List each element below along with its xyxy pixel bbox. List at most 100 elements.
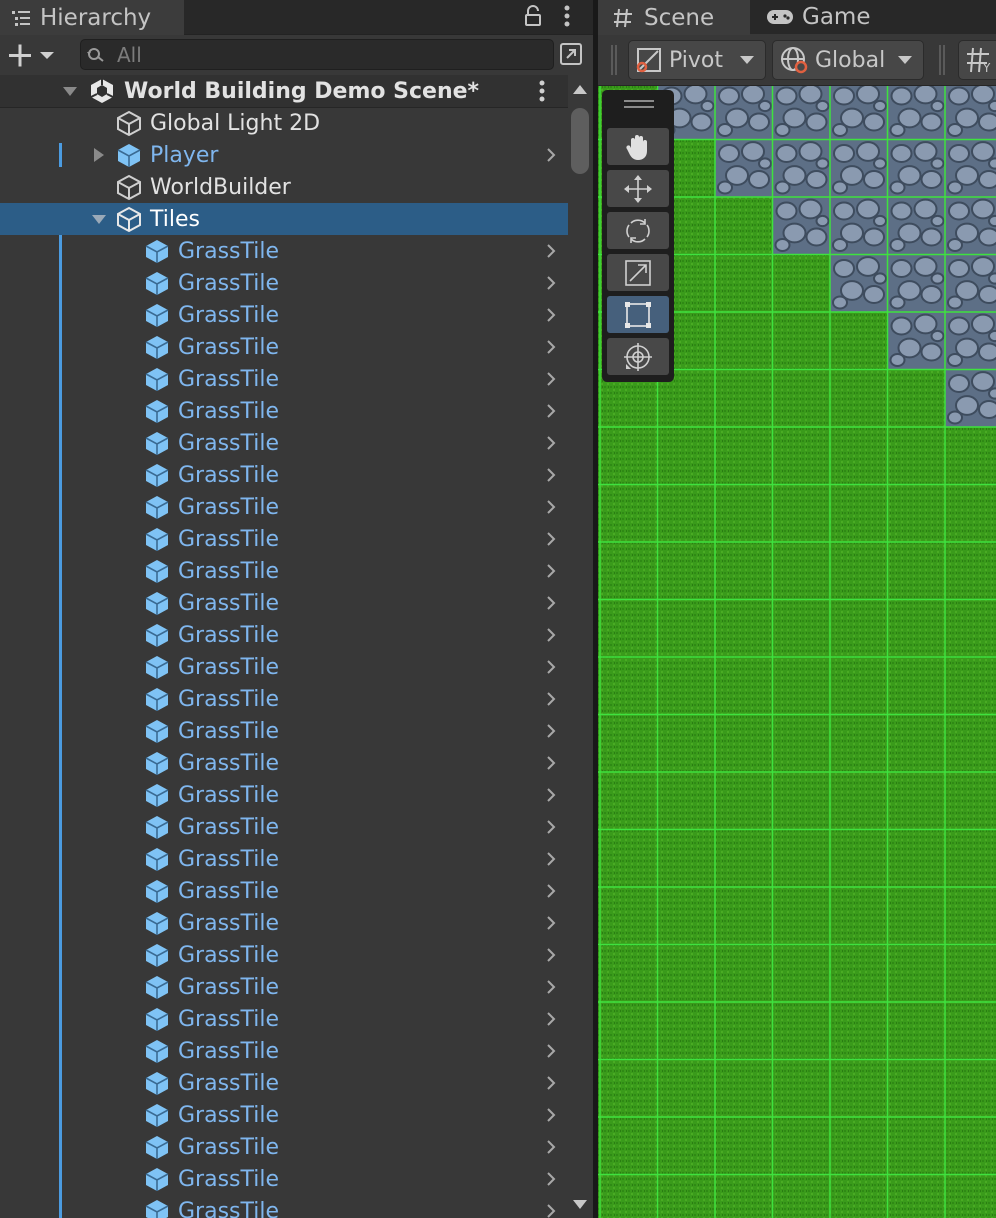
chevron-right-icon[interactable]: [542, 146, 560, 164]
chevron-right-icon[interactable]: [542, 402, 560, 420]
chevron-right-icon[interactable]: [542, 306, 560, 324]
hierarchy-item-grasstile[interactable]: GrassTile: [0, 523, 568, 555]
chevron-right-icon[interactable]: [542, 754, 560, 772]
scene-viewport[interactable]: [598, 86, 996, 1218]
scrollbar-thumb[interactable]: [571, 108, 589, 174]
hierarchy-item-grasstile[interactable]: GrassTile: [0, 331, 568, 363]
global-dropdown[interactable]: Global: [772, 40, 924, 80]
chevron-right-icon[interactable]: [542, 626, 560, 644]
prefab-indicator: [59, 1163, 62, 1195]
chevron-right-icon[interactable]: [542, 1074, 560, 1092]
chevron-right-icon[interactable]: [542, 1042, 560, 1060]
hierarchy-scrollbar[interactable]: [568, 75, 593, 1218]
prefab-indicator: [59, 331, 62, 363]
hierarchy-item-grasstile[interactable]: GrassTile: [0, 299, 568, 331]
hierarchy-item-grasstile[interactable]: GrassTile: [0, 1131, 568, 1163]
chevron-right-icon[interactable]: [542, 370, 560, 388]
more-menu-icon[interactable]: [553, 2, 581, 30]
chevron-right-icon[interactable]: [542, 1202, 560, 1218]
grid-snap-button[interactable]: Y: [958, 40, 996, 80]
overlay-grip-icon[interactable]: [624, 98, 654, 110]
hierarchy-item-grasstile[interactable]: GrassTile: [0, 907, 568, 939]
chevron-right-icon[interactable]: [542, 850, 560, 868]
hierarchy-item-grasstile[interactable]: GrassTile: [0, 619, 568, 651]
hierarchy-item-tiles[interactable]: Tiles: [0, 203, 568, 235]
chevron-right-icon[interactable]: [542, 882, 560, 900]
chevron-right-icon[interactable]: [542, 722, 560, 740]
hierarchy-item-grasstile[interactable]: GrassTile: [0, 363, 568, 395]
rect-tool-button[interactable]: [607, 296, 669, 333]
hierarchy-item-grasstile[interactable]: GrassTile: [0, 651, 568, 683]
fold-arrow-icon[interactable]: [61, 82, 79, 100]
chevron-right-icon[interactable]: [542, 1010, 560, 1028]
hand-tool-button[interactable]: [607, 128, 669, 165]
chevron-right-icon[interactable]: [542, 594, 560, 612]
hierarchy-item-grasstile[interactable]: GrassTile: [0, 427, 568, 459]
hierarchy-item-grasstile[interactable]: GrassTile: [0, 715, 568, 747]
scale-tool-button[interactable]: [607, 254, 669, 291]
rotate-tool-button[interactable]: [607, 212, 669, 249]
scroll-up-icon[interactable]: [572, 83, 588, 95]
chevron-right-icon[interactable]: [542, 946, 560, 964]
hierarchy-item-grasstile[interactable]: GrassTile: [0, 555, 568, 587]
hierarchy-item-grasstile[interactable]: GrassTile: [0, 683, 568, 715]
hierarchy-item-grasstile[interactable]: GrassTile: [0, 267, 568, 299]
hierarchy-item-grasstile[interactable]: GrassTile: [0, 811, 568, 843]
chevron-right-icon[interactable]: [542, 562, 560, 580]
hierarchy-item-grasstile[interactable]: GrassTile: [0, 875, 568, 907]
hierarchy-item-grasstile[interactable]: GrassTile: [0, 1099, 568, 1131]
tab-scene[interactable]: Scene: [598, 0, 750, 35]
hierarchy-item-player[interactable]: Player: [0, 139, 568, 171]
hierarchy-item-grasstile[interactable]: GrassTile: [0, 971, 568, 1003]
hierarchy-item-grasstile[interactable]: GrassTile: [0, 747, 568, 779]
pivot-dropdown[interactable]: Pivot: [628, 40, 766, 80]
hierarchy-item-grasstile[interactable]: GrassTile: [0, 1163, 568, 1195]
scroll-down-icon[interactable]: [572, 1199, 588, 1211]
chevron-right-icon[interactable]: [542, 338, 560, 356]
lock-icon[interactable]: [519, 2, 547, 30]
fold-arrow-icon[interactable]: [90, 146, 108, 164]
chevron-right-icon[interactable]: [542, 498, 560, 516]
hierarchy-item-grasstile[interactable]: GrassTile: [0, 779, 568, 811]
hierarchy-item-grasstile[interactable]: GrassTile: [0, 395, 568, 427]
tab-hierarchy[interactable]: Hierarchy: [0, 0, 184, 35]
chevron-right-icon[interactable]: [542, 786, 560, 804]
hierarchy-item-grasstile[interactable]: GrassTile: [0, 1067, 568, 1099]
hierarchy-item-grasstile[interactable]: GrassTile: [0, 459, 568, 491]
chevron-right-icon[interactable]: [542, 658, 560, 676]
chevron-right-icon[interactable]: [542, 466, 560, 484]
chevron-right-icon[interactable]: [542, 1170, 560, 1188]
transform-tool-button[interactable]: [607, 338, 669, 375]
chevron-right-icon[interactable]: [542, 242, 560, 260]
chevron-right-icon[interactable]: [542, 1106, 560, 1124]
chevron-right-icon[interactable]: [542, 530, 560, 548]
tab-game[interactable]: Game: [752, 0, 892, 34]
chevron-right-icon[interactable]: [542, 818, 560, 836]
hierarchy-item-grasstile[interactable]: GrassTile: [0, 843, 568, 875]
hierarchy-item-worldbuilder[interactable]: WorldBuilder: [0, 171, 568, 203]
fold-arrow-icon[interactable]: [90, 210, 108, 228]
chevron-right-icon[interactable]: [542, 690, 560, 708]
create-dropdown-button[interactable]: [4, 39, 60, 71]
hierarchy-item-grasstile[interactable]: GrassTile: [0, 235, 568, 267]
chevron-right-icon[interactable]: [542, 1138, 560, 1156]
hierarchy-item-grasstile[interactable]: GrassTile: [0, 1195, 568, 1218]
globe-icon: [781, 47, 808, 74]
search-input[interactable]: [115, 41, 519, 68]
chevron-right-icon[interactable]: [542, 274, 560, 292]
search-field[interactable]: [80, 39, 554, 70]
hierarchy-item-global-light[interactable]: Global Light 2D: [0, 107, 568, 139]
open-window-icon[interactable]: [555, 39, 587, 69]
scene-menu-icon[interactable]: [537, 79, 547, 103]
scene-root-row[interactable]: World Building Demo Scene*: [0, 75, 568, 108]
hierarchy-item-grasstile[interactable]: GrassTile: [0, 1003, 568, 1035]
chevron-right-icon[interactable]: [542, 978, 560, 996]
hierarchy-item-grasstile[interactable]: GrassTile: [0, 1035, 568, 1067]
hierarchy-item-grasstile[interactable]: GrassTile: [0, 491, 568, 523]
chevron-right-icon[interactable]: [542, 434, 560, 452]
hierarchy-item-grasstile[interactable]: GrassTile: [0, 587, 568, 619]
hierarchy-item-grasstile[interactable]: GrassTile: [0, 939, 568, 971]
move-tool-button[interactable]: [607, 170, 669, 207]
chevron-right-icon[interactable]: [542, 914, 560, 932]
unity-scene-icon: [90, 79, 114, 103]
